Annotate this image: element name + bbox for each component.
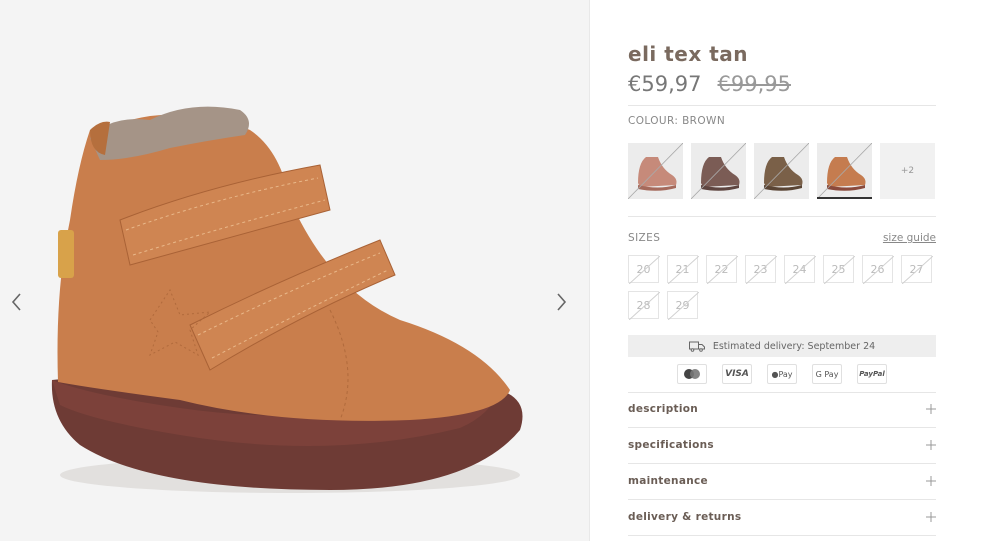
visa-icon: VISA — [722, 364, 752, 384]
sizes-label: SIZES — [628, 232, 661, 244]
swatch-image — [691, 143, 746, 199]
delivery-text: Estimated delivery: September 24 — [712, 340, 876, 352]
delivery-banner: Estimated delivery: September 24 — [628, 335, 936, 357]
size-option[interactable]: 23 — [745, 255, 777, 284]
product-image — [51, 106, 523, 493]
divider — [628, 216, 936, 217]
truck-icon — [688, 341, 705, 352]
swatch-image — [628, 143, 683, 199]
price-original: €99,95 — [717, 72, 791, 96]
size-option[interactable]: 22 — [706, 255, 738, 284]
size-guide-link[interactable]: size guide — [883, 232, 936, 244]
swatch-image — [818, 143, 872, 197]
divider — [628, 105, 936, 106]
size-option[interactable]: 21 — [667, 255, 699, 284]
unavailable-slash-icon — [902, 256, 933, 284]
paypal-icon: PayPal — [857, 364, 887, 384]
swatch-image — [754, 143, 809, 199]
size-option[interactable]: 27 — [901, 255, 933, 284]
more-colours-button[interactable]: +2 — [880, 143, 935, 199]
size-option[interactable]: 20 — [628, 255, 660, 284]
accordion-specifications[interactable]: specifications — [628, 428, 936, 464]
google-pay-icon: G Pay — [812, 364, 842, 384]
colour-swatches: +2 — [628, 143, 935, 199]
accordion-label: delivery & returns — [628, 511, 742, 523]
colour-swatch-dark-brown[interactable] — [754, 143, 809, 199]
apple-pay-icon: ● Pay — [767, 364, 797, 384]
accordion-description[interactable]: description — [628, 392, 936, 428]
apple-logo-icon: ● — [771, 369, 779, 379]
size-option[interactable]: 29 — [667, 291, 699, 320]
mastercard-icon — [677, 364, 707, 384]
unavailable-slash-icon — [629, 256, 660, 284]
unavailable-slash-icon — [746, 256, 777, 284]
size-option[interactable]: 26 — [862, 255, 894, 284]
colour-swatch-mauve[interactable] — [691, 143, 746, 199]
unavailable-slash-icon — [863, 256, 894, 284]
colour-swatch-tan[interactable] — [817, 143, 872, 199]
unavailable-slash-icon — [668, 292, 699, 320]
size-option[interactable]: 28 — [628, 291, 660, 320]
size-option[interactable]: 25 — [823, 255, 855, 284]
product-title: eli tex tan — [628, 42, 749, 66]
plus-icon — [926, 404, 936, 414]
accordion-delivery-returns[interactable]: delivery & returns — [628, 500, 936, 536]
gallery-next-button[interactable] — [552, 290, 572, 314]
gallery-prev-button[interactable] — [6, 290, 26, 314]
unavailable-slash-icon — [668, 256, 699, 284]
size-options: 20 21 22 23 24 25 26 27 28 29 — [628, 255, 940, 320]
accordion-label: specifications — [628, 439, 714, 451]
product-gallery — [0, 0, 590, 541]
plus-icon — [926, 512, 936, 522]
price-current: €59,97 — [628, 72, 702, 96]
plus-icon — [926, 440, 936, 450]
accordion-maintenance[interactable]: maintenance — [628, 464, 936, 500]
unavailable-slash-icon — [707, 256, 738, 284]
colour-label: COLOUR: BROWN — [628, 115, 726, 127]
unavailable-slash-icon — [629, 292, 660, 320]
unavailable-slash-icon — [824, 256, 855, 284]
chevron-right-icon — [557, 293, 567, 311]
chevron-left-icon — [11, 293, 21, 311]
payment-methods: VISA ● Pay G Pay PayPal — [677, 364, 887, 384]
price-block: €59,97 €99,95 — [628, 72, 791, 96]
accordion-label: maintenance — [628, 475, 708, 487]
colour-swatch-pink[interactable] — [628, 143, 683, 199]
size-option[interactable]: 24 — [784, 255, 816, 284]
unavailable-slash-icon — [785, 256, 816, 284]
plus-icon — [926, 476, 936, 486]
accordion-label: description — [628, 403, 699, 415]
